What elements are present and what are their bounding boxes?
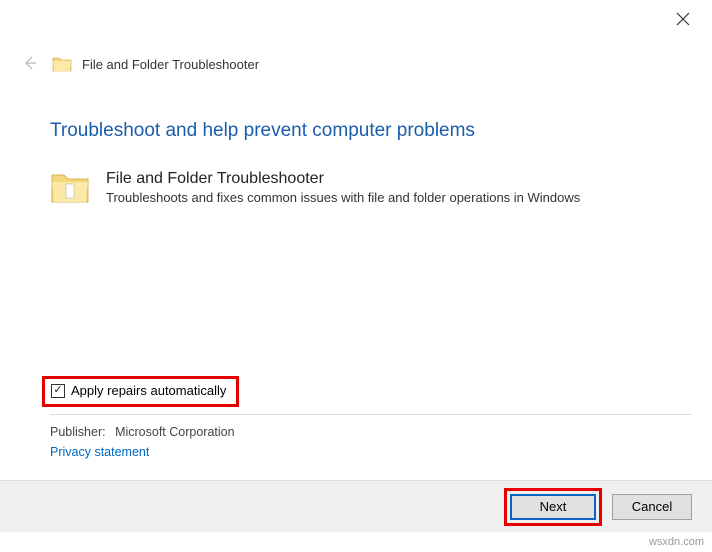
footer-info: Publisher: Microsoft Corporation Privacy…	[50, 414, 692, 459]
next-button[interactable]: Next	[510, 494, 596, 520]
folder-icon	[52, 55, 72, 73]
watermark: wsxdn.com	[649, 536, 704, 548]
apply-repairs-label[interactable]: Apply repairs automatically	[71, 383, 226, 398]
publisher-label: Publisher:	[50, 425, 106, 439]
button-bar: Next Cancel	[0, 480, 712, 532]
item-title: File and Folder Troubleshooter	[106, 170, 580, 188]
folder-icon	[50, 170, 90, 206]
back-icon	[20, 54, 40, 74]
apply-repairs-section: ✓ Apply repairs automatically	[42, 376, 239, 407]
apply-repairs-checkbox[interactable]: ✓	[51, 384, 65, 398]
cancel-button[interactable]: Cancel	[612, 494, 692, 520]
troubleshooter-item: File and Folder Troubleshooter Troublesh…	[50, 170, 662, 206]
privacy-statement-link[interactable]: Privacy statement	[50, 445, 692, 459]
publisher-value: Microsoft Corporation	[115, 425, 235, 439]
close-icon[interactable]	[676, 12, 692, 28]
item-description: Troubleshoots and fixes common issues wi…	[106, 190, 580, 205]
highlight-apply-repairs: ✓ Apply repairs automatically	[42, 376, 239, 407]
window-title: File and Folder Troubleshooter	[82, 57, 259, 72]
highlight-next-button: Next	[504, 488, 602, 526]
page-title: Troubleshoot and help prevent computer p…	[50, 120, 662, 142]
header-bar: File and Folder Troubleshooter	[0, 0, 712, 80]
content-area: Troubleshoot and help prevent computer p…	[0, 80, 712, 206]
publisher-row: Publisher: Microsoft Corporation	[50, 425, 692, 439]
